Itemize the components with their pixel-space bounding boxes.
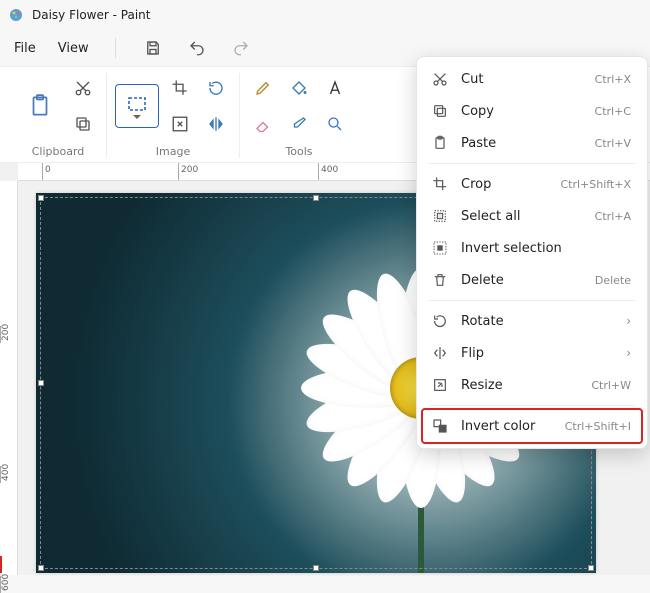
ctx-label: Resize [461, 378, 579, 393]
text-tool[interactable] [320, 73, 350, 103]
ctx-cut[interactable]: Cut Ctrl+X [423, 63, 641, 95]
ctx-invert-selection[interactable]: Invert selection [423, 232, 641, 264]
ctx-label: Copy [461, 104, 583, 119]
ctx-select-all[interactable]: Select all Ctrl+A [423, 200, 641, 232]
ctx-delete[interactable]: Delete Delete [423, 264, 641, 296]
ctx-paste[interactable]: Paste Ctrl+V [423, 127, 641, 159]
ribbon-label-image: Image [156, 145, 190, 158]
ctx-label: Crop [461, 177, 548, 192]
ctx-shortcut: Delete [595, 274, 631, 287]
ctx-shortcut: Ctrl+W [591, 379, 631, 392]
ctx-label: Flip [461, 346, 614, 361]
ribbon-label-clipboard: Clipboard [32, 145, 85, 158]
ctx-flip[interactable]: Flip › [423, 337, 641, 369]
ctx-rotate[interactable]: Rotate › [423, 305, 641, 337]
ctx-copy[interactable]: Copy Ctrl+C [423, 95, 641, 127]
ruler-h-tick: 0 [42, 163, 51, 180]
save-icon[interactable] [142, 37, 164, 59]
copy-button[interactable] [68, 109, 98, 139]
ctx-label: Paste [461, 136, 583, 151]
ctx-crop[interactable]: Crop Ctrl+Shift+X [423, 168, 641, 200]
pencil-tool[interactable] [248, 73, 278, 103]
ribbon-label-tools: Tools [285, 145, 312, 158]
resize-button[interactable] [165, 109, 195, 139]
chevron-right-icon: › [626, 346, 631, 360]
ruler-h-tick: 400 [318, 163, 338, 180]
menu-divider [429, 405, 635, 406]
ctx-label: Delete [461, 273, 583, 288]
eraser-tool[interactable] [248, 109, 278, 139]
context-menu: Cut Ctrl+X Copy Ctrl+C Paste Ctrl+V Crop… [416, 56, 648, 449]
color-picker-tool[interactable] [284, 109, 314, 139]
clipboard-icon [431, 134, 449, 152]
menu-divider [429, 163, 635, 164]
ctx-shortcut: Ctrl+Shift+I [565, 420, 631, 433]
ribbon-group-clipboard: Clipboard [10, 73, 106, 158]
crop-icon [431, 175, 449, 193]
invert-color-icon [431, 417, 449, 435]
ctx-label: Select all [461, 209, 583, 224]
invert-selection-icon [431, 239, 449, 257]
ruler-vertical: 200 400 600 [0, 181, 18, 575]
scissors-icon [431, 70, 449, 88]
fill-tool[interactable] [284, 73, 314, 103]
selection-tool-button[interactable] [115, 84, 159, 128]
ctx-shortcut: Ctrl+A [595, 210, 631, 223]
cut-button[interactable] [68, 73, 98, 103]
magnifier-tool[interactable] [320, 109, 350, 139]
paste-button[interactable] [18, 84, 62, 128]
ctx-label: Cut [461, 72, 583, 87]
ribbon-group-tools: Tools [239, 73, 358, 158]
paint-app-icon [8, 7, 24, 23]
flip-button[interactable] [201, 109, 231, 139]
rotate-button[interactable] [201, 73, 231, 103]
ribbon-group-image: Image [106, 73, 239, 158]
ctx-invert-color[interactable]: Invert color Ctrl+Shift+I [423, 410, 641, 442]
menu-view[interactable]: View [58, 41, 89, 56]
ctx-shortcut: Ctrl+V [595, 137, 631, 150]
menu-divider [429, 300, 635, 301]
ruler-v-tick: 600 [0, 576, 11, 593]
ctx-shortcut: Ctrl+X [595, 73, 631, 86]
ctx-resize[interactable]: Resize Ctrl+W [423, 369, 641, 401]
redo-icon[interactable] [230, 37, 252, 59]
ctx-label: Rotate [461, 314, 614, 329]
ruler-h-tick: 200 [178, 163, 198, 180]
ruler-v-tick: 400 [0, 466, 11, 483]
undo-icon[interactable] [186, 37, 208, 59]
menu-file[interactable]: File [14, 41, 36, 56]
copy-icon [431, 102, 449, 120]
ruler-v-tick: 200 [0, 326, 11, 343]
flip-icon [431, 344, 449, 362]
ruler-v-tick [0, 556, 2, 573]
select-all-icon [431, 207, 449, 225]
title-bar: Daisy Flower - Paint [0, 0, 650, 30]
chevron-right-icon: › [626, 314, 631, 328]
resize-icon [431, 376, 449, 394]
rotate-icon [431, 312, 449, 330]
crop-button[interactable] [165, 73, 195, 103]
window-title: Daisy Flower - Paint [32, 8, 150, 22]
ctx-label: Invert selection [461, 241, 631, 256]
ctx-shortcut: Ctrl+Shift+X [560, 178, 631, 191]
ctx-label: Invert color [461, 419, 553, 434]
separator [115, 38, 116, 58]
trash-icon [431, 271, 449, 289]
ctx-shortcut: Ctrl+C [595, 105, 631, 118]
